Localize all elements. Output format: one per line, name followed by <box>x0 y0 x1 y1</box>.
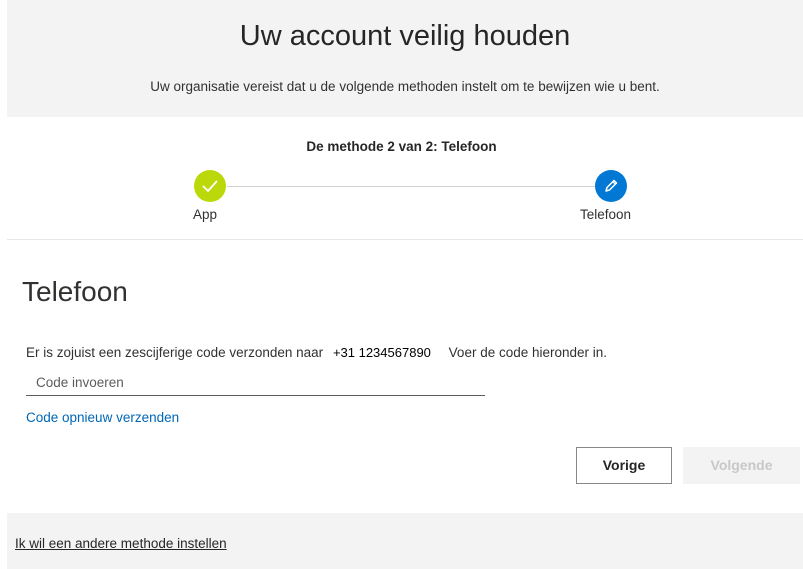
divider <box>7 239 803 240</box>
footer: Ik wil een andere methode instellen <box>7 513 803 569</box>
step-phone-indicator <box>595 170 627 202</box>
info-prefix: Er is zojuist een zescijferige code verz… <box>26 345 324 360</box>
phone-number: +31 1234567890 <box>332 345 431 360</box>
next-button[interactable]: Volgende <box>683 447 800 484</box>
section-title: Telefoon <box>22 276 128 307</box>
step-progress-title: De methode 2 van 2: Telefoon <box>306 139 497 154</box>
header: Uw account veilig houden Uw organisatie … <box>7 0 803 117</box>
info-suffix: Voer de code hieronder in. <box>448 345 608 360</box>
page: Uw account veilig houden Uw organisatie … <box>0 0 803 569</box>
back-button[interactable]: Vorige <box>576 447 672 484</box>
step-label-phone: Telefoon <box>580 207 632 222</box>
resend-code-link[interactable]: Code opnieuw verzenden <box>26 410 179 425</box>
page-subtitle: Uw organisatie vereist dat u de volgende… <box>150 79 660 94</box>
checkmark-icon <box>202 180 218 192</box>
page-title: Uw account veilig houden <box>239 20 571 52</box>
other-method-link[interactable]: Ik wil een andere methode instellen <box>15 536 227 551</box>
step-label-app: App <box>193 207 218 222</box>
pencil-icon <box>605 179 618 192</box>
step-connector <box>227 186 595 187</box>
code-sent-message: Er is zojuist een zescijferige code verz… <box>26 345 607 360</box>
code-input[interactable] <box>26 369 485 396</box>
step-app-indicator <box>194 170 226 202</box>
